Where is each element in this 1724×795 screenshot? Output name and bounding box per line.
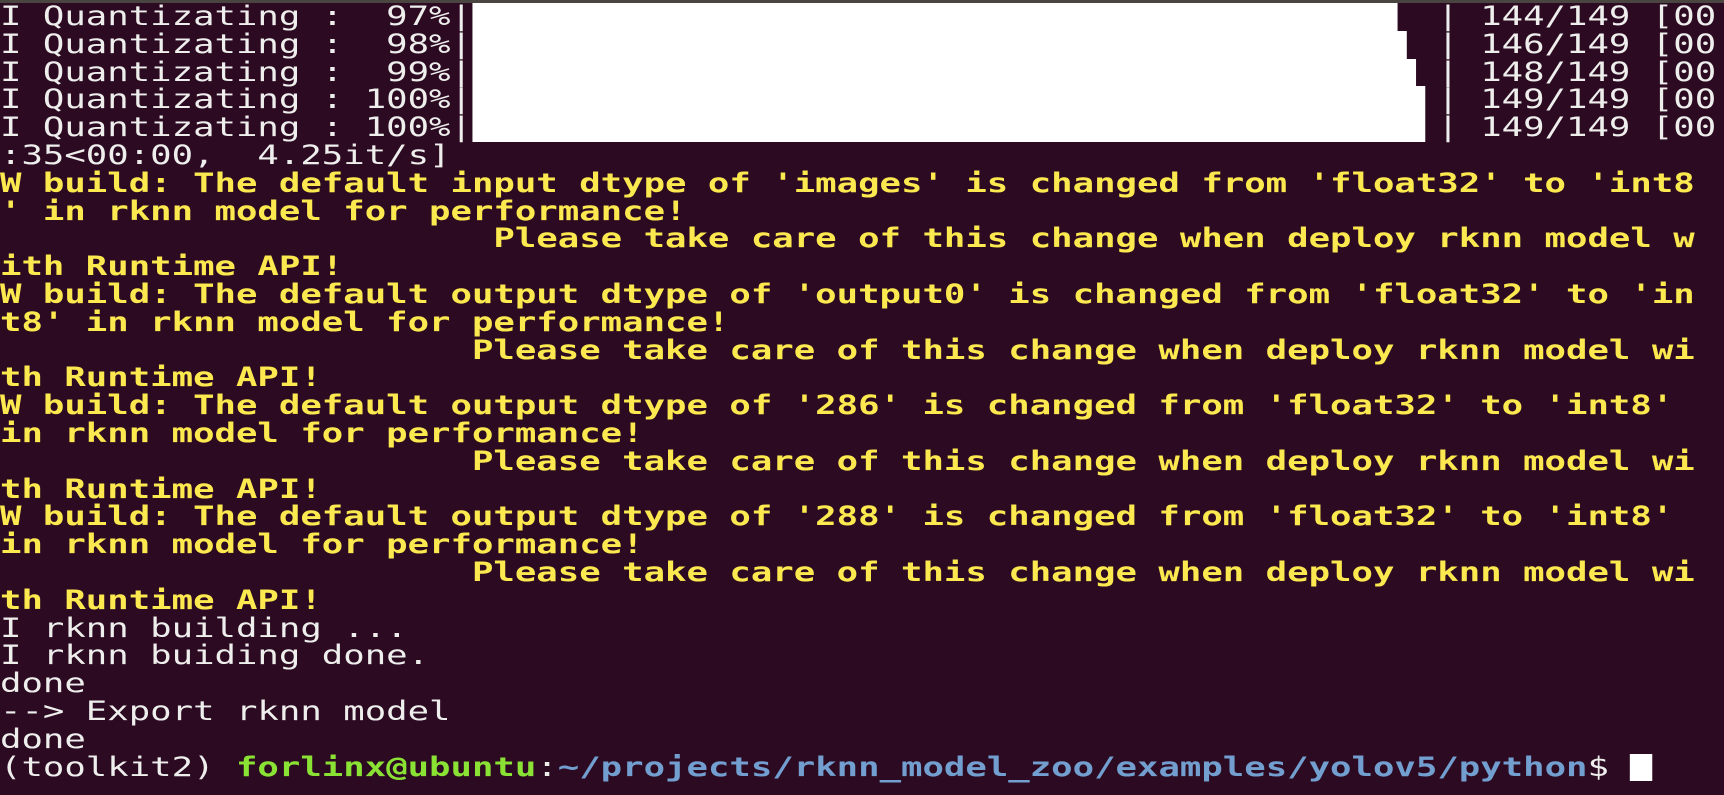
warning-text: Please take care of this change when dep… — [0, 334, 1695, 366]
output-line: th Runtime API! — [0, 473, 1724, 505]
progress-bar — [471, 3, 1437, 31]
output-line: W build: The default output dtype of '28… — [0, 503, 1724, 531]
prompt-separator: : — [536, 751, 558, 783]
output-line: I rknn building ... — [0, 612, 1724, 644]
prompt-line[interactable]: (toolkit2) forlinx@ubuntu:~/projects/rkn… — [0, 751, 1724, 783]
warning-text: W build: The default output dtype of '28… — [0, 501, 1674, 533]
output-text: done — [0, 723, 86, 755]
output-line: in rknn model for performance! — [0, 531, 1724, 559]
output-text: done — [0, 668, 86, 700]
progress-bar-fill — [471, 114, 1426, 142]
warning-text: Please take care of this change when dep… — [0, 223, 1695, 255]
output-line: W build: The default output dtype of 'ou… — [0, 281, 1724, 309]
warning-text: th Runtime API! — [0, 362, 322, 394]
warning-text: Please take care of this change when dep… — [0, 556, 1695, 588]
progress-prefix: I Quantizating : 100%| — [0, 84, 472, 116]
warning-text: th Runtime API! — [0, 584, 322, 616]
output-line: W build: The default output dtype of '28… — [0, 392, 1724, 420]
output-line: th Runtime API! — [0, 364, 1724, 392]
progress-bar-fill — [471, 86, 1426, 115]
progress-prefix: I Quantizating : 97%| — [0, 1, 472, 32]
warning-text: ith Runtime API! — [0, 251, 344, 283]
progress-line: I Quantizating : 98%| | 146/149 [00 — [0, 28, 1724, 60]
progress-bar — [471, 58, 1437, 87]
warning-text: ' in rknn model for performance! — [0, 195, 687, 227]
warning-text: W build: The default output dtype of 'ou… — [0, 278, 1695, 310]
warning-text: W build: The default input dtype of 'ima… — [0, 167, 1695, 199]
warning-text: t8' in rknn model for performance! — [0, 306, 730, 338]
output-line: ' in rknn model for performance! — [0, 195, 1724, 227]
progress-line: I Quantizating : 100%| | 149/149 [00 — [0, 114, 1724, 142]
progress-line: I Quantizating : 99%| | 148/149 [00 — [0, 56, 1724, 88]
prompt-env: (toolkit2) — [0, 751, 236, 783]
output-line: Please take care of this change when dep… — [0, 445, 1724, 477]
progress-line: I Quantizating : 97%| | 144/149 [00 — [0, 3, 1724, 31]
progress-bar-fill — [471, 30, 1407, 59]
output-line: Please take care of this change when dep… — [0, 559, 1724, 587]
warning-text: th Runtime API! — [0, 473, 322, 505]
output-line: :35<00:00, 4.25it/s] — [0, 142, 1724, 170]
progress-suffix: | 149/149 [00 — [1437, 84, 1717, 116]
progress-bar-fill — [471, 58, 1417, 87]
terminal-cursor[interactable] — [1630, 753, 1652, 782]
output-line: Please take care of this change when dep… — [0, 225, 1724, 253]
output-line: Please take care of this change when dep… — [0, 334, 1724, 366]
progress-suffix: | 144/149 [00 — [1437, 1, 1717, 32]
prompt-path: ~/projects/rknn_model_zoo/examples/yolov… — [557, 751, 1588, 783]
output-line: in rknn model for performance! — [0, 420, 1724, 448]
output-line: t8' in rknn model for performance! — [0, 306, 1724, 338]
output-line: W build: The default input dtype of 'ima… — [0, 167, 1724, 199]
progress-suffix: | 149/149 [00 — [1437, 112, 1717, 144]
progress-suffix: | 146/149 [00 — [1437, 28, 1717, 60]
progress-prefix: I Quantizating : 99%| — [0, 56, 472, 88]
output-text: --> Export rknn model — [0, 695, 451, 727]
output-text: I rknn building ... — [0, 612, 408, 644]
warning-text: in rknn model for performance! — [0, 417, 644, 449]
progress-suffix: | 148/149 [00 — [1437, 56, 1717, 88]
prompt-user-host: forlinx@ubuntu — [235, 751, 537, 783]
prompt-symbol: $ — [1587, 751, 1631, 783]
output-line: I rknn buiding done. — [0, 642, 1724, 670]
progress-prefix: I Quantizating : 98%| — [0, 28, 472, 60]
warning-text: Please take care of this change when dep… — [0, 445, 1695, 477]
output-line: --> Export rknn model — [0, 698, 1724, 726]
progress-bar — [471, 114, 1437, 142]
warning-text: in rknn model for performance! — [0, 529, 644, 561]
progress-bar — [471, 86, 1437, 115]
terminal-output[interactable]: I Quantizating : 97%| | 144/149 [00 I Quan… — [0, 3, 1724, 783]
output-text: :35<00:00, 4.25it/s] — [0, 139, 451, 171]
output-line: done — [0, 670, 1724, 698]
progress-bar-fill — [471, 3, 1398, 31]
progress-bar — [471, 30, 1437, 59]
warning-text: W build: The default output dtype of '28… — [0, 390, 1674, 422]
progress-prefix: I Quantizating : 100%| — [0, 112, 472, 144]
output-line: done — [0, 723, 1724, 755]
output-text: I rknn buiding done. — [0, 640, 430, 672]
progress-line: I Quantizating : 100%| | 149/149 [00 — [0, 84, 1724, 116]
output-line: ith Runtime API! — [0, 253, 1724, 281]
output-line: th Runtime API! — [0, 584, 1724, 616]
